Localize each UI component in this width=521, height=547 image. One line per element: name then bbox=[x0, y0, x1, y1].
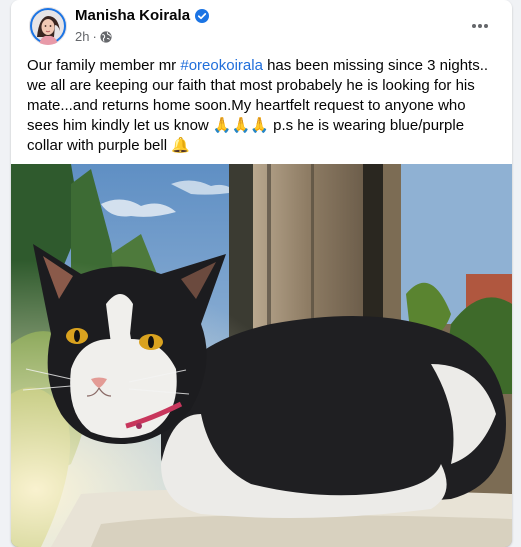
hashtag-link[interactable]: #oreokoirala bbox=[180, 57, 263, 74]
prayer-emojis: 🙏🙏🙏 bbox=[212, 117, 269, 134]
post-header: Manisha Koirala 2h · bbox=[11, 0, 512, 52]
meta-separator: · bbox=[92, 29, 97, 44]
post-text: Our family member mr #oreokoirala has be… bbox=[27, 56, 497, 156]
bell-emoji: 🔔 bbox=[171, 137, 190, 154]
post-photo[interactable] bbox=[11, 164, 512, 547]
more-options-button[interactable] bbox=[466, 12, 494, 40]
author-line: Manisha Koirala bbox=[75, 7, 210, 24]
globe-icon[interactable] bbox=[100, 30, 112, 43]
more-horizontal-icon bbox=[472, 24, 488, 28]
timestamp[interactable]: 2h bbox=[75, 29, 89, 44]
avatar[interactable] bbox=[29, 7, 67, 45]
post-meta: 2h · bbox=[75, 29, 112, 44]
verified-badge-icon bbox=[195, 8, 210, 23]
cat-photo-illustration bbox=[11, 164, 512, 547]
author-name[interactable]: Manisha Koirala bbox=[75, 7, 190, 24]
post-text-intro: Our family member mr bbox=[27, 57, 181, 74]
post-card: Manisha Koirala 2h · Our family member m… bbox=[11, 0, 512, 547]
avatar-image bbox=[29, 7, 67, 45]
